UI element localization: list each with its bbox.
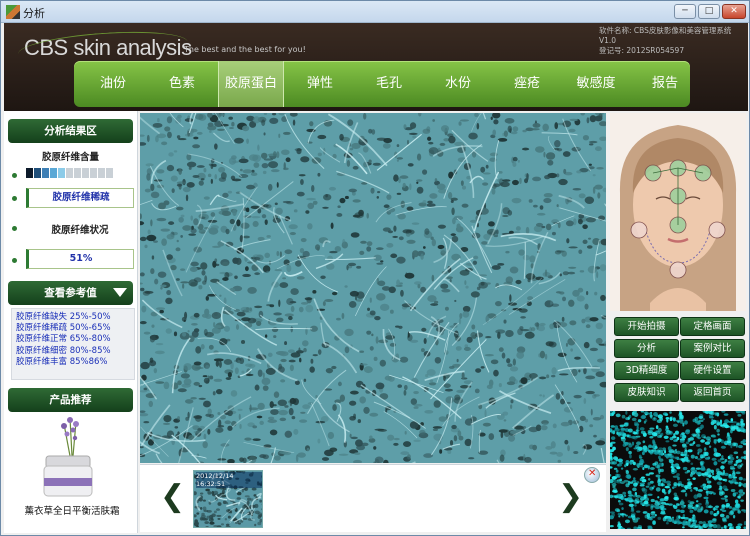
level-swatch bbox=[74, 168, 81, 178]
level-swatch bbox=[42, 168, 49, 178]
reference-item: 胶原纤维细密 80%-85% bbox=[16, 345, 111, 356]
control-button-3[interactable]: 分析 bbox=[614, 339, 679, 358]
bullet-icon bbox=[12, 226, 17, 231]
thumbnail-strip: ❮ 2012/12/14 16:32:51 ❯ bbox=[140, 464, 606, 532]
level-swatch bbox=[98, 168, 105, 178]
level-swatch bbox=[50, 168, 57, 178]
app-window: 分析 ─ □ ✕ CBS skin analysis The best and … bbox=[0, 0, 750, 536]
skin-image-view[interactable] bbox=[140, 113, 606, 463]
product-name[interactable]: 薰衣草全日平衡活肤霜 bbox=[8, 503, 136, 517]
tab-7[interactable]: 痤疮 bbox=[494, 61, 560, 107]
status-value: 51% bbox=[26, 249, 134, 269]
mini-analysis-view bbox=[610, 411, 746, 529]
zone-marker[interactable] bbox=[669, 261, 687, 279]
reference-item: 胶原纤维丰富 85%86% bbox=[16, 356, 108, 367]
bullet-icon bbox=[12, 258, 17, 263]
content-label: 胶原纤维含量 bbox=[41, 152, 99, 163]
reference-item: 胶原纤维缺失 25%-50% bbox=[16, 312, 111, 322]
tab-6[interactable]: 水份 bbox=[425, 61, 491, 107]
registration-number: 登记号: 2012SR054597 bbox=[599, 46, 685, 55]
tab-2[interactable]: 色素 bbox=[149, 61, 215, 107]
control-button-2[interactable]: 定格画面 bbox=[680, 317, 745, 336]
reference-item: 胶原纤维正常 65%-80% bbox=[16, 334, 111, 345]
level-swatch bbox=[82, 168, 89, 178]
product-header: 产品推荐 bbox=[8, 388, 133, 412]
chevron-left-icon[interactable]: ❮ bbox=[160, 479, 185, 514]
thumbnail-timestamp: 2012/12/14 16:32:51 bbox=[196, 472, 262, 488]
control-button-7[interactable]: 皮肤知识 bbox=[614, 383, 679, 402]
control-button-4[interactable]: 案例对比 bbox=[680, 339, 745, 358]
triangle-down-icon bbox=[113, 288, 127, 297]
tab-4[interactable]: 弹性 bbox=[287, 61, 353, 107]
zone-marker[interactable] bbox=[630, 221, 648, 239]
level-swatch bbox=[90, 168, 97, 178]
tab-8[interactable]: 敏感度 bbox=[563, 61, 629, 107]
chevron-right-icon[interactable]: ❯ bbox=[558, 479, 583, 514]
bullet-icon bbox=[12, 196, 17, 201]
tab-9[interactable]: 报告 bbox=[632, 61, 698, 107]
close-button[interactable]: ✕ bbox=[722, 4, 746, 19]
right-panel: 开始拍摄 定格画面 分析 案例对比 3D精细度 硬件设置 皮肤知识 返回首页 bbox=[607, 111, 748, 533]
control-button-8[interactable]: 返回首页 bbox=[680, 383, 745, 402]
analysis-heatmap bbox=[610, 411, 746, 529]
left-panel: 分析结果区 胶原纤维含量 胶原纤维稀疏 胶原纤维状况 51% 查看参考值 胶原纤… bbox=[4, 111, 138, 533]
window-title: 分析 bbox=[23, 7, 45, 20]
delete-icon[interactable] bbox=[584, 467, 600, 483]
level-swatch bbox=[66, 168, 73, 178]
tab-5[interactable]: 毛孔 bbox=[356, 61, 422, 107]
reference-toggle[interactable]: 查看参考值 bbox=[8, 281, 133, 305]
reference-item: 胶原纤维稀疏 50%-65% bbox=[16, 323, 111, 334]
title-bar: 分析 ─ □ ✕ bbox=[1, 1, 749, 23]
tab-3[interactable]: 胶原蛋白 bbox=[218, 61, 284, 107]
product-jar-image bbox=[43, 417, 93, 497]
level-swatches bbox=[26, 168, 114, 178]
content-level-value: 胶原纤维稀疏 bbox=[26, 188, 134, 208]
software-name: 软件名称: CBS皮肤影像和美容管理系统V1.0 bbox=[599, 26, 732, 45]
reference-header: 查看参考值 bbox=[44, 287, 97, 299]
level-swatch bbox=[106, 168, 113, 178]
app-icon bbox=[6, 5, 20, 19]
app-header: CBS skin analysis The best and the best … bbox=[4, 23, 748, 111]
tab-1[interactable]: 油份 bbox=[80, 61, 146, 107]
collagen-skin-image bbox=[140, 113, 606, 463]
control-button-5[interactable]: 3D精细度 bbox=[614, 361, 679, 380]
face-map[interactable] bbox=[610, 113, 746, 311]
level-swatch bbox=[58, 168, 65, 178]
minimize-button[interactable]: ─ bbox=[674, 4, 696, 19]
zone-marker[interactable] bbox=[708, 221, 726, 239]
slogan: The best and the best for you! bbox=[184, 45, 306, 54]
maximize-button[interactable]: □ bbox=[698, 4, 720, 19]
brand-logo: CBS skin analysis bbox=[17, 27, 192, 69]
level-swatch bbox=[26, 168, 33, 178]
main-nav: 油份 色素 胶原蛋白 弹性 毛孔 水份 痤疮 敏感度 报告 bbox=[74, 61, 690, 107]
status-label: 胶原纤维状况 bbox=[51, 225, 109, 236]
level-swatch bbox=[34, 168, 41, 178]
software-info: 软件名称: CBS皮肤影像和美容管理系统V1.0 登记号: 2012SR0545… bbox=[599, 26, 748, 56]
bullet-icon bbox=[12, 173, 17, 178]
control-button-6[interactable]: 硬件设置 bbox=[680, 361, 745, 380]
result-header: 分析结果区 bbox=[8, 119, 133, 143]
reference-list: 胶原纤维缺失 25%-50% 胶原纤维稀疏 50%-65% 胶原纤维正常 65%-8… bbox=[11, 308, 135, 380]
thumbnail-item[interactable]: 2012/12/14 16:32:51 bbox=[193, 470, 263, 528]
control-button-1[interactable]: 开始拍摄 bbox=[614, 317, 679, 336]
